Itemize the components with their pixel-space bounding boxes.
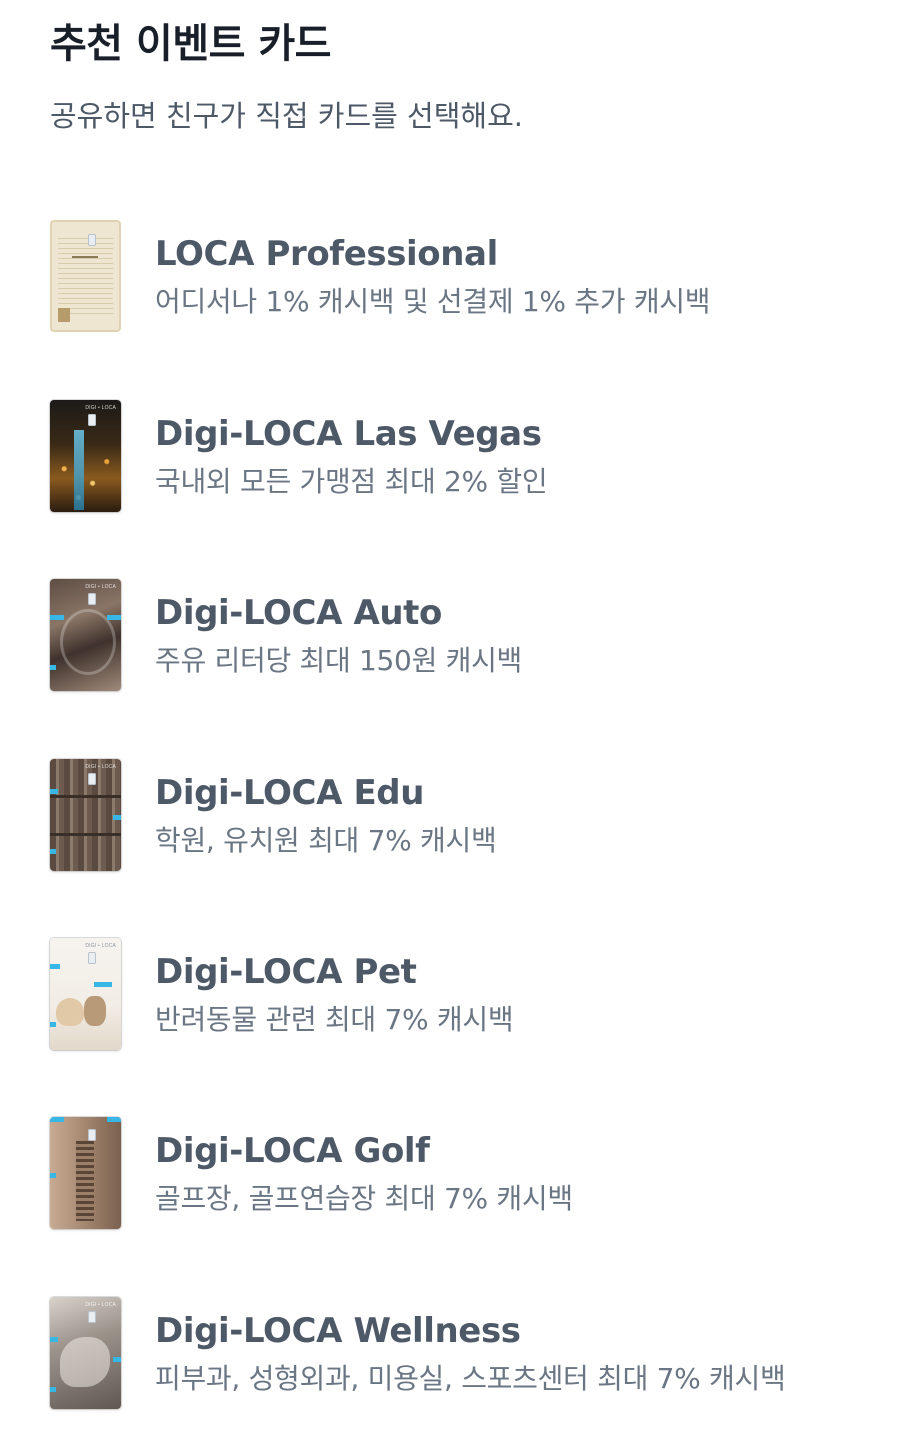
card-name: Digi-LOCA Wellness bbox=[155, 1311, 521, 1351]
card-item-digi-loca-auto[interactable]: DIGI • LOCA Digi-LOCA Auto 주유 리터당 최대 150… bbox=[0, 543, 898, 691]
page-subtitle: 공유하면 친구가 직접 카드를 선택해요. bbox=[50, 99, 523, 133]
card-name: Digi-LOCA Las Vegas bbox=[155, 414, 542, 454]
card-name: LOCA Professional bbox=[155, 234, 498, 274]
card-description: 반려동물 관련 최대 7% 캐시백 bbox=[155, 1003, 514, 1036]
card-item-digi-loca-las-vegas[interactable]: DIGI • LOCA Digi-LOCA Las Vegas 국내외 모든 가… bbox=[0, 364, 898, 512]
card-brand-mark: DIGI • LOCA bbox=[85, 943, 116, 949]
card-name: Digi-LOCA Pet bbox=[155, 952, 417, 992]
card-item-digi-loca-golf[interactable]: Digi-LOCA Golf 골프장, 골프연습장 최대 7% 캐시백 bbox=[0, 1081, 898, 1229]
card-image-digi-loca-pet: DIGI • LOCA bbox=[50, 938, 121, 1050]
header: 추천 이벤트 카드 공유하면 친구가 직접 카드를 선택해요. bbox=[50, 14, 870, 136]
card-brand-mark: DIGI • LOCA bbox=[85, 1302, 116, 1308]
card-item-digi-loca-wellness[interactable]: DIGI • LOCA Digi-LOCA Wellness 피부과, 성형외과… bbox=[0, 1261, 898, 1409]
page-title: 추천 이벤트 카드 bbox=[50, 21, 331, 67]
card-name: Digi-LOCA Edu bbox=[155, 773, 425, 813]
card-item-loca-professional[interactable]: LOCA Professional 어디서나 1% 캐시백 및 선결제 1% 추… bbox=[0, 184, 898, 332]
card-name: Digi-LOCA Auto bbox=[155, 593, 442, 633]
card-image-loca-professional bbox=[50, 220, 121, 332]
card-brand-mark: DIGI • LOCA bbox=[85, 584, 116, 590]
card-name: Digi-LOCA Golf bbox=[155, 1131, 430, 1171]
card-image-digi-loca-auto: DIGI • LOCA bbox=[50, 579, 121, 691]
card-brand-mark: DIGI • LOCA bbox=[85, 764, 116, 770]
card-image-digi-loca-edu: DIGI • LOCA bbox=[50, 759, 121, 871]
card-item-digi-loca-edu[interactable]: DIGI • LOCA Digi-LOCA Edu 학원, 유치원 최대 7% … bbox=[0, 723, 898, 871]
card-description: 국내외 모든 가맹점 최대 2% 할인 bbox=[155, 465, 548, 498]
card-description: 피부과, 성형외과, 미용실, 스포츠센터 최대 7% 캐시백 bbox=[155, 1362, 786, 1395]
card-brand-mark: DIGI • LOCA bbox=[85, 405, 116, 411]
card-image-digi-loca-las-vegas: DIGI • LOCA bbox=[50, 400, 121, 512]
card-description: 주유 리터당 최대 150원 캐시백 bbox=[155, 644, 523, 677]
card-description: 어디서나 1% 캐시백 및 선결제 1% 추가 캐시백 bbox=[155, 285, 711, 318]
card-description: 골프장, 골프연습장 최대 7% 캐시백 bbox=[155, 1182, 573, 1215]
card-description: 학원, 유치원 최대 7% 캐시백 bbox=[155, 824, 497, 857]
card-item-digi-loca-pet[interactable]: DIGI • LOCA Digi-LOCA Pet 반려동물 관련 최대 7% … bbox=[0, 902, 898, 1050]
card-image-digi-loca-wellness: DIGI • LOCA bbox=[50, 1297, 121, 1409]
card-image-digi-loca-golf bbox=[50, 1117, 121, 1229]
